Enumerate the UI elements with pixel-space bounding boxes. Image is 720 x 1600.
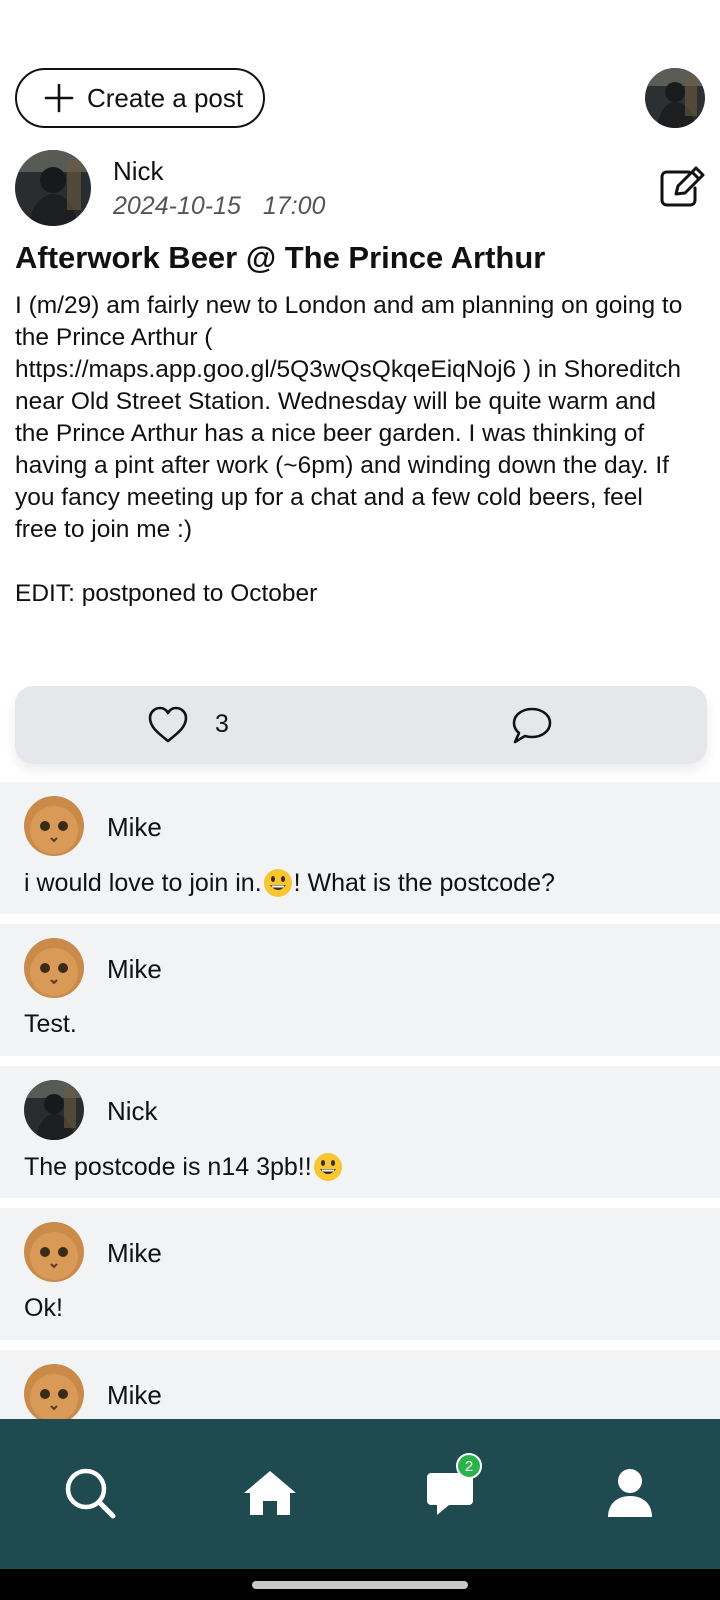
commenter-avatar[interactable] xyxy=(24,1364,84,1424)
post-datetime: 2024-10-15 17:00 xyxy=(113,192,347,221)
post-body: I (m/29) am fairly new to London and am … xyxy=(15,292,683,607)
messages-badge: 2 xyxy=(456,1453,482,1479)
commenter-avatar[interactable] xyxy=(24,1080,84,1140)
comment-author[interactable]: Mike xyxy=(107,1238,162,1269)
system-gesture-bar xyxy=(0,1569,720,1600)
author-avatar[interactable] xyxy=(15,150,91,226)
post-title: Afterwork Beer @ The Prince Arthur xyxy=(15,240,546,275)
heart-icon[interactable] xyxy=(148,706,188,744)
search-icon[interactable] xyxy=(62,1465,118,1521)
grinning-face-emoji-icon xyxy=(313,1152,343,1182)
comment-text-part: i would love to join in. xyxy=(24,868,262,897)
comment-item: Mike Ok! xyxy=(0,1208,720,1340)
post-author[interactable]: Nick xyxy=(113,156,164,187)
profile-icon[interactable] xyxy=(602,1465,658,1521)
create-post-button[interactable]: Create a post xyxy=(15,68,265,128)
post-action-bar: 3 xyxy=(15,686,707,764)
comment-author[interactable]: Mike xyxy=(107,1380,162,1411)
commenter-avatar[interactable] xyxy=(24,1222,84,1282)
comment-author[interactable]: Mike xyxy=(107,812,162,843)
home-icon[interactable] xyxy=(242,1465,298,1521)
post-date: 2024-10-15 xyxy=(113,192,241,220)
post-time: 17:00 xyxy=(262,192,326,220)
comment-text: Test. xyxy=(24,1010,77,1039)
comment-item: Mike i would love to join in. ! What is … xyxy=(0,782,720,914)
bottom-navigation: 2 xyxy=(0,1419,720,1569)
like-count: 3 xyxy=(215,710,229,738)
comment-text-part: Test. xyxy=(24,1010,77,1038)
user-avatar[interactable] xyxy=(645,68,705,128)
edit-icon[interactable] xyxy=(659,166,705,208)
comment-text: i would love to join in. ! What is the p… xyxy=(24,868,555,898)
comment-list: Mike i would love to join in. ! What is … xyxy=(0,782,720,1492)
comment-text-part: Ok! xyxy=(24,1294,63,1322)
post-header: Nick 2024-10-15 17:00 xyxy=(15,150,705,226)
top-bar: Create a post xyxy=(15,68,705,128)
commenter-avatar[interactable] xyxy=(24,938,84,998)
home-gesture-handle[interactable] xyxy=(252,1581,468,1589)
comment-text-part: The postcode is n14 3pb!! xyxy=(24,1152,312,1181)
commenter-avatar[interactable] xyxy=(24,796,84,856)
comment-author[interactable]: Mike xyxy=(107,954,162,985)
comment-author[interactable]: Nick xyxy=(107,1096,158,1127)
comment-item: Nick The postcode is n14 3pb!! xyxy=(0,1066,720,1198)
comment-icon[interactable] xyxy=(511,706,553,746)
create-post-label: Create a post xyxy=(87,82,244,113)
comment-text-part: ! What is the postcode? xyxy=(293,868,555,897)
plus-icon xyxy=(43,82,75,114)
comment-text: Ok! xyxy=(24,1294,63,1323)
messages-icon[interactable]: 2 xyxy=(422,1453,482,1521)
comment-text: The postcode is n14 3pb!! xyxy=(24,1152,344,1182)
grinning-face-emoji-icon xyxy=(263,868,293,898)
comment-item: Mike Test. xyxy=(0,924,720,1056)
